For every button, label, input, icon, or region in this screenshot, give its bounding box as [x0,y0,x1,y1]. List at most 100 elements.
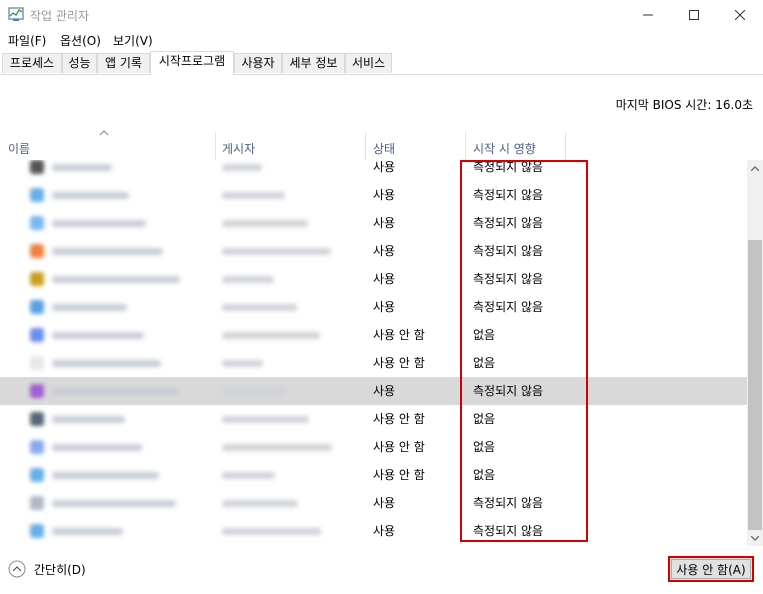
status-cell: 사용 [373,188,396,202]
status-cell: 사용 [373,160,396,174]
redacted-app-name [52,528,123,535]
column-startup-impact[interactable]: 시작 시 영향 [473,140,536,157]
redacted-app-name [52,164,112,171]
status-cell: 사용 [373,244,396,258]
table-row[interactable]: 사용 측정되지 않음 [0,293,747,321]
column-divider[interactable] [565,132,566,160]
scroll-down-button[interactable] [747,530,763,546]
table-row[interactable]: 사용 안 함 없음 [0,405,747,433]
sort-ascending-icon [99,130,109,136]
chevron-down-icon [751,535,759,541]
menu-view[interactable]: 보기(V) [113,32,153,49]
table-row[interactable]: 사용 측정되지 않음 [0,517,747,545]
column-publisher[interactable]: 게시자 [222,140,255,157]
window-title: 작업 관리자 [30,9,90,23]
column-divider[interactable] [215,132,216,160]
app-icon [30,412,44,426]
menu-options[interactable]: 옵션(O) [60,32,101,49]
disable-button[interactable]: 사용 안 함(A) [671,559,751,579]
redacted-publisher [222,248,331,255]
vertical-scrollbar[interactable] [747,160,763,546]
redacted-publisher [222,388,286,395]
redacted-publisher [222,416,309,423]
redacted-publisher [222,360,263,367]
minimize-button[interactable] [625,0,671,30]
redacted-app-name [52,304,127,311]
redacted-app-name [52,500,176,507]
status-cell: 사용 안 함 [373,356,425,370]
tab-app-history[interactable]: 앱 기록 [97,53,150,73]
minimize-icon [643,14,653,16]
table-row[interactable]: 사용 안 함 없음 [0,461,747,489]
status-cell: 사용 [373,384,396,398]
app-icon [30,496,44,510]
maximize-button[interactable] [671,0,717,30]
column-status[interactable]: 상태 [373,140,395,157]
app-icon [30,300,44,314]
status-cell: 사용 [373,300,396,314]
close-button[interactable] [717,0,763,30]
menu-file[interactable]: 파일(F) [8,32,46,49]
close-icon [735,10,745,20]
status-cell: 사용 안 함 [373,440,425,454]
app-icon [30,440,44,454]
table-row[interactable]: 사용 측정되지 않음 [0,265,747,293]
fewer-details-label: 간단히(D) [34,562,86,577]
redacted-publisher [222,444,332,451]
app-icon [30,384,44,398]
disable-button-highlight: 사용 안 함(A) [668,556,754,582]
tab-performance[interactable]: 성능 [62,53,97,73]
redacted-app-name [52,416,125,423]
bios-time-value: 16.0초 [715,98,753,112]
task-manager-icon [8,7,24,21]
app-icon [30,356,44,370]
column-name[interactable]: 이름 [8,140,30,157]
status-cell: 사용 안 함 [373,412,425,426]
redacted-app-name [52,472,159,479]
table-row[interactable]: 사용 안 함 없음 [0,349,747,377]
app-icon [30,244,44,258]
impact-column-highlight [460,160,588,542]
maximize-icon [689,10,699,20]
status-cell: 사용 [373,524,396,538]
redacted-publisher [222,528,321,535]
tab-processes[interactable]: 프로세스 [2,53,62,73]
redacted-app-name [52,276,180,283]
table-row[interactable]: 사용 안 함 없음 [0,433,747,461]
scroll-thumb[interactable] [748,240,762,530]
startup-list: 사용 측정되지 않음 사용 측정되지 않음 사용 측정되지 않음 사용 측정되지 않음 사용 측정… [0,160,747,546]
redacted-app-name [52,444,142,451]
column-divider[interactable] [465,132,466,160]
redacted-publisher [222,164,262,171]
menu-bar: 파일(F) 옵션(O) 보기(V) [0,30,763,50]
tab-strip: 프로세스 성능 앱 기록 시작프로그램 사용자 세부 정보 서비스 [0,50,763,75]
redacted-app-name [52,332,144,339]
redacted-app-name [52,248,163,255]
redacted-publisher [222,304,297,311]
status-cell: 사용 안 함 [373,328,425,342]
table-row[interactable]: 사용 측정되지 않음 [0,181,747,209]
table-row[interactable]: 사용 측정되지 않음 [0,237,747,265]
table-row[interactable]: 사용 측정되지 않음 [0,489,747,517]
app-icon [30,524,44,538]
column-header: 이름 게시자 상태 시작 시 영향 [0,130,763,160]
table-row[interactable]: 사용 측정되지 않음 [0,209,747,237]
table-row[interactable]: 사용 측정되지 않음 [0,160,747,181]
tab-services[interactable]: 서비스 [345,53,392,73]
redacted-publisher [222,332,320,339]
table-row[interactable]: 사용 측정되지 않음 [0,377,747,405]
tab-details[interactable]: 세부 정보 [282,53,345,73]
app-icon [30,468,44,482]
app-icon [30,216,44,230]
redacted-publisher [222,276,274,283]
fewer-details-toggle[interactable]: 간단히(D) [8,560,86,578]
status-cell: 사용 안 함 [373,468,425,482]
tab-startup[interactable]: 시작프로그램 [150,51,234,75]
scroll-up-button[interactable] [747,160,763,176]
column-divider[interactable] [365,132,366,160]
table-row[interactable]: 사용 안 함 없음 [0,321,747,349]
chevron-circle-up-icon [8,560,26,578]
app-icon [30,328,44,342]
tab-users[interactable]: 사용자 [234,53,282,73]
app-icon [30,188,44,202]
